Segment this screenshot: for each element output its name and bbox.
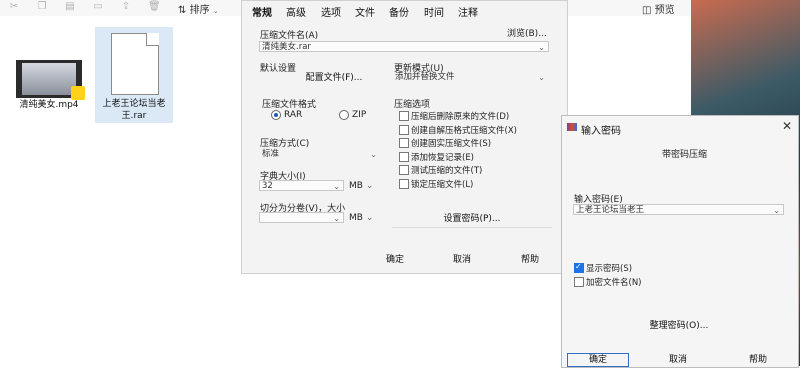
preview-button[interactable]: ◫ 预览 — [642, 1, 675, 16]
split-select[interactable]: ⌄ — [259, 212, 344, 223]
file-item-video[interactable]: 清纯美女.mp4 — [10, 99, 88, 111]
preview-pane-icon: ◫ — [642, 5, 652, 16]
ok-button[interactable]: 确定 — [567, 353, 629, 367]
option-checkbox[interactable] — [399, 165, 409, 175]
dialog-title: 输入密码 — [581, 126, 621, 137]
option-label: 测试压缩的文件(T) — [411, 166, 483, 176]
archive-dialog: 常规 高级 选项 文件 备份 时间 注释 压缩文件名(A) 浏览(B)... 清… — [241, 0, 568, 274]
chevron-down-icon: ⌄ — [370, 150, 377, 159]
tab-options[interactable]: 选项 — [321, 4, 341, 19]
cut-icon[interactable]: ✂ — [8, 2, 20, 12]
cancel-button[interactable]: 取消 — [647, 353, 709, 367]
divider — [392, 227, 552, 228]
format-label: 压缩文件格式 — [262, 100, 317, 110]
rename-icon[interactable]: ▭ — [92, 2, 104, 12]
paste-icon[interactable]: ▤ — [64, 2, 76, 12]
encrypt-names-label: 加密文件名(N) — [586, 278, 642, 288]
delete-icon[interactable]: 🗑 — [148, 2, 161, 12]
organize-passwords-button[interactable]: 整理密码(O)... — [578, 319, 780, 333]
password-dialog: 输入密码 ✕ 带密码压缩 输入密码(E) 上老王论坛当老王 ⌄ 显示密码(S) … — [561, 115, 799, 368]
help-button[interactable]: 帮助 — [507, 253, 553, 267]
chevron-down-icon: ⌄ — [333, 182, 340, 191]
option-checkbox[interactable] — [399, 125, 409, 135]
tab-backup[interactable]: 备份 — [389, 4, 409, 19]
tab-files[interactable]: 文件 — [355, 4, 375, 19]
option-label: 创建固实压缩文件(S) — [411, 139, 492, 149]
password-value: 上老王论坛当老王 — [576, 205, 645, 215]
option-label: 压缩后删除原来的文件(D) — [411, 112, 510, 122]
dict-select[interactable]: 32 ⌄ — [259, 180, 344, 191]
update-mode-select[interactable]: 添加并替换文件 ⌄ — [392, 71, 549, 82]
split-unit-select[interactable]: MB ⌄ — [349, 213, 373, 223]
option-checkbox[interactable] — [399, 111, 409, 121]
share-icon[interactable]: ⇪ — [120, 2, 132, 12]
preview-label: 预览 — [654, 5, 675, 16]
profiles-button[interactable]: 配置文件(F)... — [264, 71, 404, 85]
dict-value: 32 — [262, 181, 273, 191]
chevron-down-icon: ⌄ — [538, 43, 545, 52]
chevron-down-icon: ⌄ — [365, 213, 374, 223]
option-label: 锁定压缩文件(L) — [411, 180, 474, 190]
chevron-down-icon: ⌄ — [365, 181, 374, 191]
update-mode-value: 添加并替换文件 — [395, 72, 455, 82]
encrypt-names-checkbox[interactable] — [574, 277, 584, 287]
archive-name-label: 压缩文件名(A) — [260, 31, 319, 41]
password-input[interactable]: 上老王论坛当老王 ⌄ — [573, 204, 784, 215]
dict-unit-select[interactable]: MB ⌄ — [349, 181, 373, 191]
show-password-checkbox[interactable] — [574, 262, 584, 273]
sort-button[interactable]: ⇅ 排序 ⌄ — [178, 1, 219, 16]
option-label: 添加恢复记录(E) — [411, 153, 475, 163]
copy-icon[interactable]: ❐ — [36, 2, 48, 12]
tab-bar: 常规 高级 选项 文件 备份 时间 注释 — [242, 1, 567, 19]
format-zip-radio[interactable] — [339, 110, 349, 120]
tab-advanced[interactable]: 高级 — [286, 4, 306, 19]
chevron-down-icon: ⌄ — [212, 7, 219, 15]
options-label: 压缩选项 — [394, 100, 431, 110]
format-rar-label: RAR — [284, 110, 303, 120]
show-password-label: 显示密码(S) — [586, 264, 633, 274]
chevron-down-icon: ⌄ — [773, 206, 780, 215]
browse-button[interactable]: 浏览(B)... — [507, 26, 547, 39]
video-frame — [22, 63, 76, 95]
dict-unit: MB — [349, 181, 363, 191]
archive-name-input[interactable]: 清纯美女.rar ⌄ — [259, 41, 549, 52]
format-rar-radio[interactable] — [271, 110, 281, 120]
tab-comment[interactable]: 注释 — [458, 4, 478, 19]
ok-button[interactable]: 确定 — [372, 253, 418, 267]
video-badge-icon — [71, 86, 85, 100]
video-thumbnail[interactable] — [16, 60, 85, 100]
document-icon — [111, 33, 159, 95]
help-button[interactable]: 帮助 — [727, 353, 789, 367]
set-password-button[interactable]: 设置密码(P)... — [407, 212, 537, 226]
option-checkbox[interactable] — [399, 138, 409, 148]
file-name: 上老王论坛当老王.rar — [102, 99, 166, 121]
chevron-down-icon: ⌄ — [538, 73, 545, 82]
winrar-icon — [567, 123, 577, 131]
format-zip-label: ZIP — [352, 110, 367, 120]
close-icon[interactable]: ✕ — [782, 119, 792, 133]
tab-general[interactable]: 常规 — [252, 4, 272, 19]
sort-icon: ⇅ — [178, 5, 187, 16]
method-select[interactable]: 标准 ⌄ — [259, 148, 381, 159]
cancel-button[interactable]: 取消 — [439, 253, 485, 267]
option-checkbox[interactable] — [399, 179, 409, 189]
file-label-rar: 上老王论坛当老王.rar — [98, 98, 170, 122]
file-name: 清纯美女.mp4 — [19, 100, 79, 110]
option-checkbox[interactable] — [399, 152, 409, 162]
split-unit: MB — [349, 213, 363, 223]
option-label: 创建自解压格式压缩文件(X) — [411, 126, 517, 136]
archive-name-value: 清纯美女.rar — [262, 42, 311, 52]
chevron-down-icon: ⌄ — [333, 214, 340, 223]
tab-time[interactable]: 时间 — [424, 4, 444, 19]
method-value: 标准 — [262, 149, 280, 159]
dialog-subtitle: 带密码压缩 — [662, 150, 708, 160]
sort-label: 排序 — [189, 5, 210, 16]
